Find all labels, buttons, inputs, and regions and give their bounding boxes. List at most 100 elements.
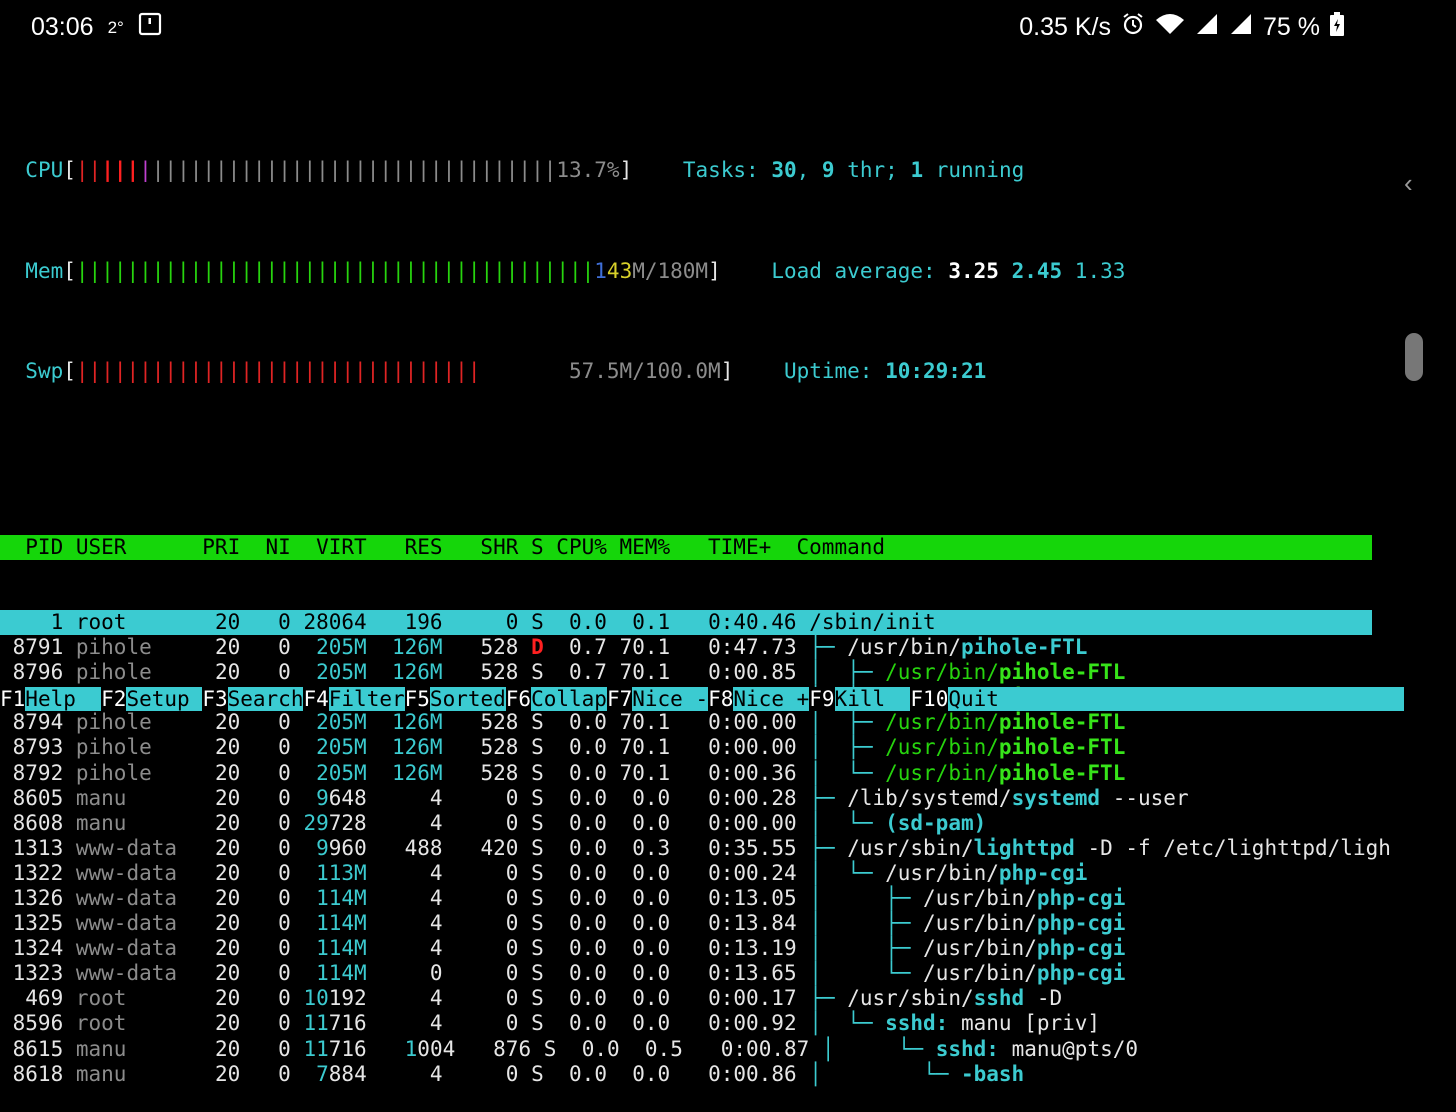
fkey-bar-filler [998,687,1404,711]
time-cell: 0.0 0.0 0:00.17 [543,986,810,1011]
time-cell: 0.0 0.0 0:00.00 [543,810,810,835]
process-row[interactable]: 8608 manu 20 0 29728 4 0 S 0.0 0.0 0:00.… [0,811,1372,836]
process-row[interactable]: 8596 root 20 0 11716 4 0 S 0.0 0.0 0:00.… [0,1011,1372,1036]
virt-cell: 114M [316,911,367,936]
process-row[interactable]: 1324 www-data 20 0 114M 4 0 S 0.0 0.0 0:… [0,936,1372,961]
shr-cell: 0 [442,860,532,885]
time-cell: 0.0 0.0 0:13.65 [543,961,810,986]
time-cell: 0.0 0.0 0:13.19 [543,936,810,961]
process-row[interactable]: 1326 www-data 20 0 114M 4 0 S 0.0 0.0 0:… [0,886,1372,911]
process-row[interactable]: 469 root 20 0 10192 4 0 S 0.0 0.0 0:00.1… [0,986,1372,1011]
time-cell: 0.7 70.1 0:47.73 [543,635,810,660]
pid-cell: 8608 [0,810,64,835]
fkey-f10[interactable]: F10 [910,687,949,711]
time-cell: 0.0 0.3 0:35.55 [543,835,810,860]
command-path: /usr/bin/ [923,936,1037,961]
command-name: pihole-FTL [998,710,1126,735]
fkey-label[interactable]: Nice - [632,687,709,711]
process-row[interactable]: 8791 pihole 20 0 205M 126M 528 D 0.7 70.… [0,635,1372,660]
fkey-label[interactable]: Setup [126,687,203,711]
priority-cell: 20 0 [177,735,304,760]
virt-cell: 114M [316,936,367,961]
virt-cell: 29 [303,810,329,835]
fkey-label[interactable]: Filter [328,687,405,711]
res-cell: 126M [366,710,443,735]
virt-cell: 7 [316,1061,329,1086]
tasks-count: 30 [771,158,797,183]
virt-cell: 11 [303,1036,329,1061]
fkey-label[interactable]: Help [25,687,102,711]
process-table-header[interactable]: PID USER PRI NI VIRT RES SHR S CPU% MEM%… [0,534,1372,560]
tree-branch: │ └─ [809,860,886,885]
fkey-f2[interactable]: F2 [101,687,127,711]
fkey-f6[interactable]: F6 [505,687,532,711]
state-cell: S [531,886,544,910]
priority-cell: 20 0 [177,635,304,660]
tree-branch: │ ├─ [809,735,886,760]
process-row[interactable]: 1323 www-data 20 0 114M 0 0 S 0.0 0.0 0:… [0,961,1372,986]
virt-cell: 205M [316,710,367,735]
threads-count: 9 [821,158,835,183]
fkey-label[interactable]: Kill [834,687,911,711]
fkey-label[interactable]: Quit [948,687,999,711]
process-row[interactable]: 8618 manu 20 0 7884 4 0 S 0.0 0.0 0:00.8… [0,1062,1372,1087]
shr-cell: 528 [442,735,532,760]
virt-cell: 10 [303,986,329,1011]
htop-terminal[interactable]: CPU[||||||||||||||||||||||||||||||||||||… [0,83,1391,1112]
process-list[interactable]: 1 root 20 0 28064 196 0 S 0.0 0.1 0:40.4… [0,609,1391,1087]
user-cell: www-data [75,911,178,936]
res-cell: 4 [366,936,443,961]
fkey-label[interactable]: Search [227,687,304,711]
priority-cell: 20 0 [177,961,304,986]
command-path: /sbin/init [809,609,936,634]
pid-cell: 8596 [0,1011,64,1036]
process-row[interactable]: 8794 pihole 20 0 205M 126M 528 S 0.0 70.… [0,710,1372,735]
state-cell: S [531,986,544,1011]
fkey-label[interactable]: Collap [531,687,607,711]
scrollbar-thumb[interactable] [1405,333,1423,381]
cpu-value: 13.7% [556,158,620,183]
user-cell: www-data [75,835,178,860]
command-name: php-cgi [1036,911,1126,936]
back-arrow-icon[interactable]: ‹ [1404,168,1413,199]
pid-cell: 8792 [0,760,64,785]
process-row[interactable]: 8792 pihole 20 0 205M 126M 528 S 0.0 70.… [0,761,1372,786]
tree-branch: │ └─ [809,1061,961,1086]
fkey-f8[interactable]: F8 [708,687,734,711]
fkey-f3[interactable]: F3 [202,687,228,711]
process-row[interactable]: 8605 manu 20 0 9648 4 0 S 0.0 0.0 0:00.2… [0,786,1372,811]
clock: 03:06 [31,13,94,41]
virt-cell: 114M [316,961,367,986]
process-row-selected[interactable]: 1 root 20 0 28064 196 0 S 0.0 0.1 0:40.4… [0,609,1372,636]
fkey-f7[interactable]: F7 [606,687,633,711]
process-row[interactable]: 8796 pihole 20 0 205M 126M 528 S 0.7 70.… [0,660,1372,685]
user-cell: www-data [75,961,178,986]
command-path: /usr/bin/ [885,860,999,885]
fkey-f1[interactable]: F1 [0,687,26,711]
state-cell: D [531,635,544,660]
process-row[interactable]: 1325 www-data 20 0 114M 4 0 S 0.0 0.0 0:… [0,911,1372,936]
process-row[interactable]: 8615 manu 20 0 11716 1004 876 S 0.0 0.5 … [0,1037,1372,1062]
state-cell: S [531,660,544,685]
command-args: manu [priv] [948,1011,1101,1036]
fkey-f5[interactable]: F5 [404,687,430,711]
process-row[interactable]: 8793 pihole 20 0 205M 126M 528 S 0.0 70.… [0,735,1372,760]
time-cell: 0.0 0.0 0:13.84 [543,911,810,936]
process-row[interactable]: 1322 www-data 20 0 113M 4 0 S 0.0 0.0 0:… [0,861,1372,886]
process-row[interactable]: 1313 www-data 20 0 9960 488 420 S 0.0 0.… [0,835,1391,861]
fkey-f9[interactable]: F9 [809,687,835,711]
shr-cell: 528 [442,635,532,660]
load-1: 3.25 [948,258,999,283]
priority-cell: 20 0 [177,660,304,685]
priority-cell: 20 0 [177,911,304,936]
fkey-label[interactable]: Sorted [429,687,506,711]
command-args: manu@pts/0 [998,1036,1139,1061]
load-15: 1.33 [1074,258,1126,283]
shr-cell: 0 [442,1011,532,1036]
battery-percent: 75 % [1263,13,1320,41]
fkey-f4[interactable]: F4 [303,687,329,711]
swap-value: 57.5M/100.0M [568,359,721,384]
fkey-label[interactable]: Nice + [733,687,810,711]
user-cell: root [75,1011,178,1036]
tree-branch: │ └─ [809,1011,886,1036]
